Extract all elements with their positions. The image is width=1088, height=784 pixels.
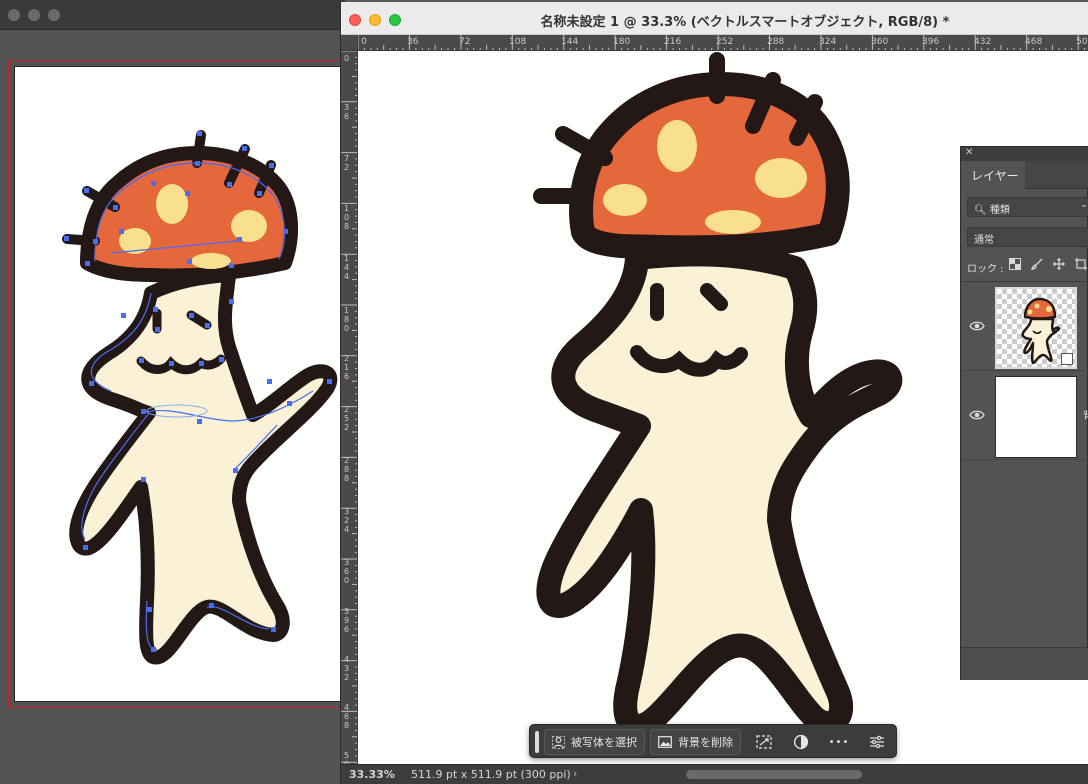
artboard-lock-icon[interactable] — [1075, 258, 1087, 273]
ruler-left-label: 432 — [344, 655, 350, 682]
chevron-down-icon: ⌄ — [1080, 200, 1088, 210]
taskbar-drag-handle[interactable] — [535, 731, 539, 753]
zoom-window-button[interactable] — [389, 14, 401, 26]
ruler-top-label: 288 — [767, 37, 785, 47]
illustrator-window — [0, 0, 348, 784]
ruler-left-label: 180 — [344, 306, 350, 333]
ruler-left-label: 0 — [344, 54, 350, 63]
tab-layers[interactable]: レイヤー — [961, 161, 1025, 189]
illustrator-titlebar — [0, 0, 345, 30]
lock-transparency-icon[interactable] — [1009, 258, 1021, 273]
layers-panel-footer — [961, 647, 1088, 680]
select-subject-button[interactable]: 被写体を選択 — [544, 729, 645, 755]
sliders-icon[interactable] — [864, 729, 890, 755]
layer-row-background[interactable]: 背 — [961, 371, 1088, 460]
ruler-left-label: 50 — [344, 751, 350, 764]
ruler-left-label: 252 — [344, 405, 350, 432]
select-subject-label: 被写体を選択 — [571, 736, 637, 749]
document-titlebar[interactable]: 名称未設定 1 @ 33.3% (ベクトルスマートオブジェクト, RGB/8) … — [341, 2, 1088, 35]
ruler-top-label: 252 — [716, 37, 734, 47]
transform-icon[interactable] — [751, 729, 777, 755]
layers-panel: ✕ レイヤー 🔍︎ 種類 ⌄ 通常 ロック : — [960, 146, 1088, 680]
ruler-left-label: 288 — [344, 456, 350, 483]
ruler-left-label: 36 — [344, 103, 350, 121]
ruler-top-label: 72 — [459, 37, 471, 47]
remove-background-label: 背景を削除 — [678, 736, 733, 749]
close-icon[interactable]: ✕ — [965, 147, 973, 158]
remove-background-button[interactable]: 背景を削除 — [650, 729, 741, 755]
layers-tab-bar: レイヤー — [961, 161, 1088, 189]
ruler-left-label: 324 — [344, 507, 350, 534]
minimize-window-button[interactable] — [369, 14, 381, 26]
more-icon[interactable]: ••• — [826, 729, 852, 755]
smart-object-badge-icon — [1061, 353, 1073, 365]
lock-label: ロック : — [967, 264, 1004, 275]
ruler-top-label: 468 — [1025, 37, 1043, 47]
ruler-top-label: 50 — [1076, 37, 1088, 47]
ruler-left-label: 360 — [344, 558, 350, 585]
ruler-top-label: 108 — [509, 37, 527, 47]
search-icon: 🔍︎ — [974, 205, 987, 216]
move-lock-icon[interactable] — [1053, 258, 1065, 273]
mushroom-artwork-selected[interactable] — [15, 67, 345, 702]
horizontal-ruler[interactable]: 0 36 72 108 144 180 216 252 288 324 360 … — [358, 35, 1088, 51]
contextual-task-bar: 被写体を選択 背景を削除 ••• — [529, 724, 897, 758]
lock-row: ロック : — [967, 257, 1088, 277]
layer-row-smart-object[interactable] — [961, 282, 1088, 371]
status-bar: 33.33% 511.9 pt x 511.9 pt (300 ppi) › — [341, 764, 1088, 784]
ruler-left-label: 396 — [344, 607, 350, 634]
ruler-top-label: 144 — [561, 37, 579, 47]
document-size: 511.9 pt x 511.9 pt (300 ppi) — [411, 768, 571, 781]
ruler-top-label: 180 — [613, 37, 631, 47]
ruler-top-label: 36 — [407, 37, 419, 47]
blend-mode-select[interactable]: 通常 — [967, 227, 1088, 247]
close-window-button[interactable] — [349, 14, 361, 26]
adjust-circle-icon[interactable] — [788, 729, 814, 755]
ruler-top-label: 324 — [819, 37, 837, 47]
ruler-left-label: 216 — [344, 354, 350, 381]
panel-header-strip[interactable]: ✕ — [961, 147, 1088, 161]
zoom-button[interactable] — [48, 9, 60, 21]
layer-thumbnail[interactable] — [995, 376, 1077, 458]
ruler-left-label: 468 — [344, 703, 350, 730]
brush-lock-icon[interactable] — [1030, 258, 1043, 273]
person-select-icon — [552, 735, 565, 749]
eye-icon[interactable] — [969, 407, 985, 423]
layer-filter-select[interactable]: 🔍︎ 種類 ⌄ — [967, 197, 1088, 217]
ruler-top-label: 216 — [664, 37, 682, 47]
ruler-left-label: 72 — [344, 154, 350, 172]
horizontal-scrollbar[interactable] — [686, 770, 862, 779]
filter-kind-label: 種類 — [989, 205, 1010, 216]
ruler-top-label: 396 — [922, 37, 940, 47]
minimize-button[interactable] — [28, 9, 40, 21]
image-icon — [658, 736, 672, 748]
illustrator-artboard[interactable] — [14, 66, 345, 702]
ruler-left-label: 108 — [344, 204, 350, 231]
ruler-left-label: 144 — [344, 254, 350, 281]
ruler-top-label: 432 — [974, 37, 992, 47]
zoom-level[interactable]: 33.33% — [349, 768, 395, 781]
status-menu-arrow[interactable]: › — [573, 767, 577, 780]
ruler-top-label: 360 — [871, 37, 889, 47]
ruler-top-label: 0 — [361, 37, 367, 47]
eye-icon[interactable] — [969, 318, 985, 334]
vertical-ruler[interactable]: 0 36 72 108 144 180 216 252 288 324 360 … — [341, 51, 358, 764]
document-title: 名称未設定 1 @ 33.3% (ベクトルスマートオブジェクト, RGB/8) … — [540, 15, 950, 30]
layer-name[interactable]: 背 — [1083, 407, 1088, 422]
layer-thumbnail[interactable] — [995, 287, 1077, 369]
layers-list: 背 — [961, 281, 1088, 461]
ruler-origin[interactable] — [341, 35, 358, 51]
close-button[interactable] — [8, 9, 20, 21]
